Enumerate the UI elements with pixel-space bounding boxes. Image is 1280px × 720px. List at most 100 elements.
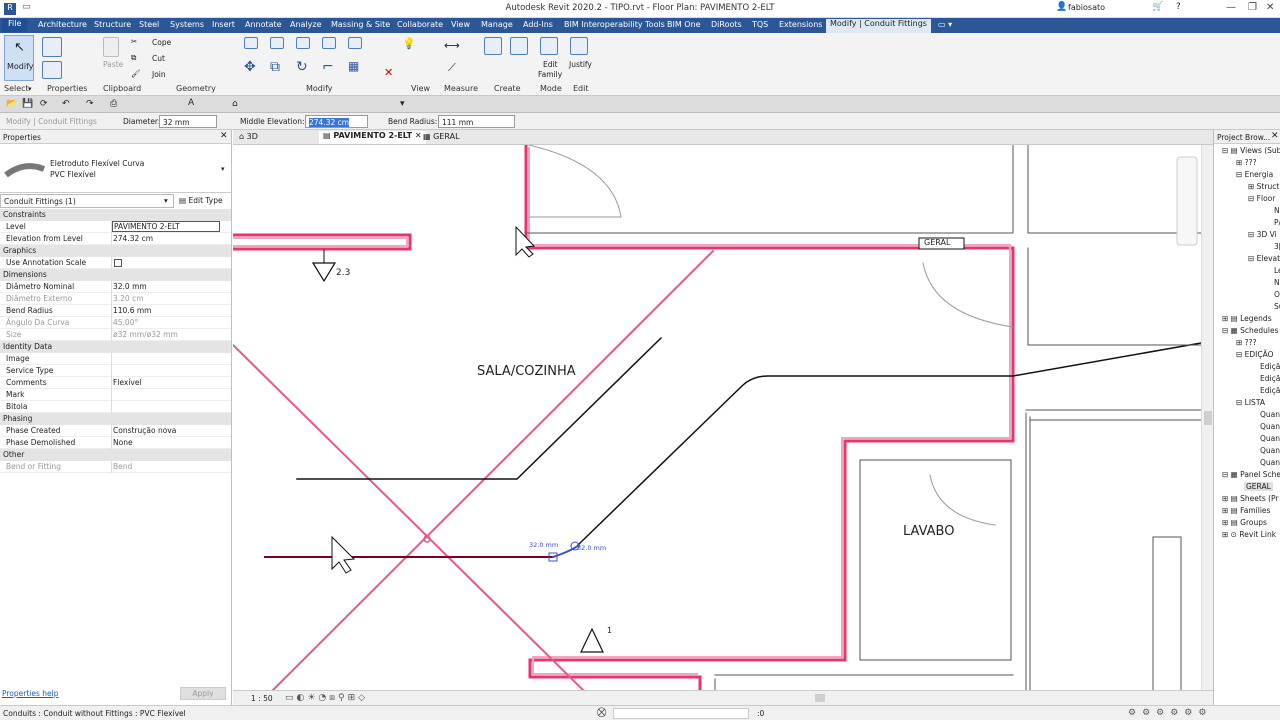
browser-item[interactable]: ⊞ ??? [1236,158,1257,167]
hscroll-thumb[interactable] [815,694,825,702]
paste-icon[interactable] [103,37,119,57]
browser-item[interactable]: ⊞ ▤ Families [1222,506,1270,515]
browser-item[interactable]: O [1274,290,1280,299]
tab-3d[interactable]: ⌂ 3D [239,132,258,141]
row-annotation-scale[interactable]: Use Annotation Scale [0,257,231,269]
worksharing-icon[interactable]: ⛒ [597,708,606,718]
help-icon[interactable]: ? [1176,2,1181,12]
row-phase-demolished[interactable]: Phase Demolished None [0,437,231,449]
match-icon[interactable]: 🖌 [131,69,141,78]
row-bitola[interactable]: Bitola [0,401,231,413]
undo-icon[interactable]: ↶ [62,99,70,109]
browser-item[interactable]: ⊟ 3D Vi [1248,230,1277,239]
phase-demolished-value[interactable]: None [113,438,133,447]
browser-close-icon[interactable]: ✕ [1271,131,1279,141]
row-level[interactable]: Level PAVIMENTO 2-ELT [0,221,231,233]
tab-bim-one[interactable]: BIM One [667,20,701,29]
browser-item[interactable]: Quan [1260,422,1280,431]
row-phase-created[interactable]: Phase Created Construção nova [0,425,231,437]
browser-item[interactable]: ⊞ Struct [1248,182,1279,191]
browser-item[interactable]: Le [1274,266,1280,275]
browser-item[interactable]: N [1274,206,1280,215]
tab-geral[interactable]: ▦ GERAL [423,132,460,141]
trim-icon[interactable]: ⌐ [322,59,334,75]
section-phasing[interactable]: Phasing [0,413,231,425]
selection-filters-icon[interactable]: ⚙⚙⚙⚙⚙⚙ [1128,708,1212,718]
drawing-canvas[interactable]: SALA/COZINHA LAVABO GERAL 2.3 1 32.0 mm … [233,145,1201,690]
tab-view[interactable]: View [451,20,470,29]
redo-icon[interactable]: ↷ [86,99,94,109]
default-3d-icon[interactable]: ⌂ [232,99,238,109]
browser-item[interactable]: ⊟ Elevat [1248,254,1280,263]
phase-created-value[interactable]: Construção nova [113,426,176,435]
section-other[interactable]: Other [0,449,231,461]
tab-tqs[interactable]: TQS [752,20,768,29]
properties-help-link[interactable]: Properties help [2,689,59,698]
cut-geometry-button[interactable]: Cut [152,54,165,63]
browser-item[interactable]: ⊟ LISTA [1236,398,1265,407]
tab-architecture[interactable]: Architecture [38,20,87,29]
tab-systems[interactable]: Systems [170,20,204,29]
browser-item[interactable]: ⊞ ▤ Sheets (Pr [1222,494,1279,503]
browser-item[interactable]: 3[ [1274,242,1280,251]
dimension-icon[interactable]: ⟋ [448,61,456,75]
annotation-scale-checkbox[interactable] [114,259,122,267]
tab-manage[interactable]: Manage [481,20,513,29]
copy-element-icon[interactable]: ⧉ [270,59,280,75]
browser-item[interactable]: P/ [1274,218,1280,227]
browser-item[interactable]: ⊟ ▦ Schedules [1222,326,1279,335]
cut-icon[interactable]: ✂ [131,37,137,46]
browser-item[interactable]: ⊞ ▤ Legends [1222,314,1272,323]
browser-item[interactable]: ⊟ ▦ Panel Sche [1222,470,1280,479]
tab-bim-interop[interactable]: BIM Interoperability Tools [564,20,665,29]
select-panel-label[interactable]: Select [4,84,29,93]
floor-plan-drawing[interactable] [233,145,1201,690]
browser-item[interactable]: Quan [1260,446,1280,455]
qat-dropdown-icon[interactable]: ▾ [400,99,405,109]
mirror-draw-icon[interactable] [322,37,336,49]
tab-addins[interactable]: Add-Ins [523,20,553,29]
section-constraints[interactable]: Constraints [0,209,231,221]
row-comments[interactable]: Comments Flexível [0,377,231,389]
fitting-dim-1[interactable]: 32.0 mm [529,541,558,549]
browser-item[interactable]: Quan [1260,410,1280,419]
type-dropdown-icon[interactable]: ▾ [221,165,225,173]
canvas-vertical-scrollbar[interactable] [1201,145,1213,690]
browser-item[interactable]: Ediçã [1260,362,1280,371]
type-properties-icon[interactable] [42,37,62,57]
cart-icon[interactable]: 🛒 [1152,2,1163,12]
bend-radius-input[interactable]: 111 mm [438,115,515,128]
tab-structure[interactable]: Structure [94,20,131,29]
bend-radius-prop-value[interactable]: 110.6 mm [113,306,151,315]
delete-icon[interactable]: ✕ [384,66,393,79]
section-dimensions[interactable]: Dimensions [0,269,231,281]
join-button[interactable]: Join [152,70,166,79]
comments-value[interactable]: Flexível [113,378,142,387]
tab-annotate[interactable]: Annotate [245,20,282,29]
browser-item[interactable]: Quan [1260,458,1280,467]
diameter-select[interactable]: 32 mm [159,115,217,128]
measure-icon[interactable]: ⟷ [444,39,460,52]
browser-item-selected[interactable]: GERAL [1244,482,1273,491]
tab-diroots[interactable]: DiRoots [711,20,742,29]
text-icon[interactable]: A [188,98,194,108]
row-mark[interactable]: Mark [0,389,231,401]
tab-steel[interactable]: Steel [139,20,159,29]
visibility-icon[interactable]: 💡 [402,37,416,50]
tab-analyze[interactable]: Analyze [290,20,322,29]
browser-item[interactable]: ⊟ Floor [1248,194,1275,203]
level-value[interactable]: PAVIMENTO 2-ELT [112,221,220,232]
align-icon[interactable] [244,37,258,49]
create-assembly-icon[interactable] [484,37,502,55]
browser-item[interactable]: ⊟ EDIÇÃO [1236,350,1274,359]
mirror-axis-icon[interactable] [296,37,310,49]
room-label-sala[interactable]: SALA/COZINHA [477,364,576,379]
minimize-icon[interactable]: — [1226,2,1236,13]
instance-filter[interactable]: Conduit Fittings (1) ▾ [0,194,174,208]
section-graphics[interactable]: Graphics [0,245,231,257]
sync-icon[interactable]: ⟳ [40,99,48,109]
section-identity[interactable]: Identity Data [0,341,231,353]
browser-item[interactable]: Su [1274,302,1280,311]
vscroll-thumb[interactable] [1204,411,1212,425]
view-controls-icon[interactable]: ▭◐☀◔⧈⚲⊞◇ [285,693,368,703]
